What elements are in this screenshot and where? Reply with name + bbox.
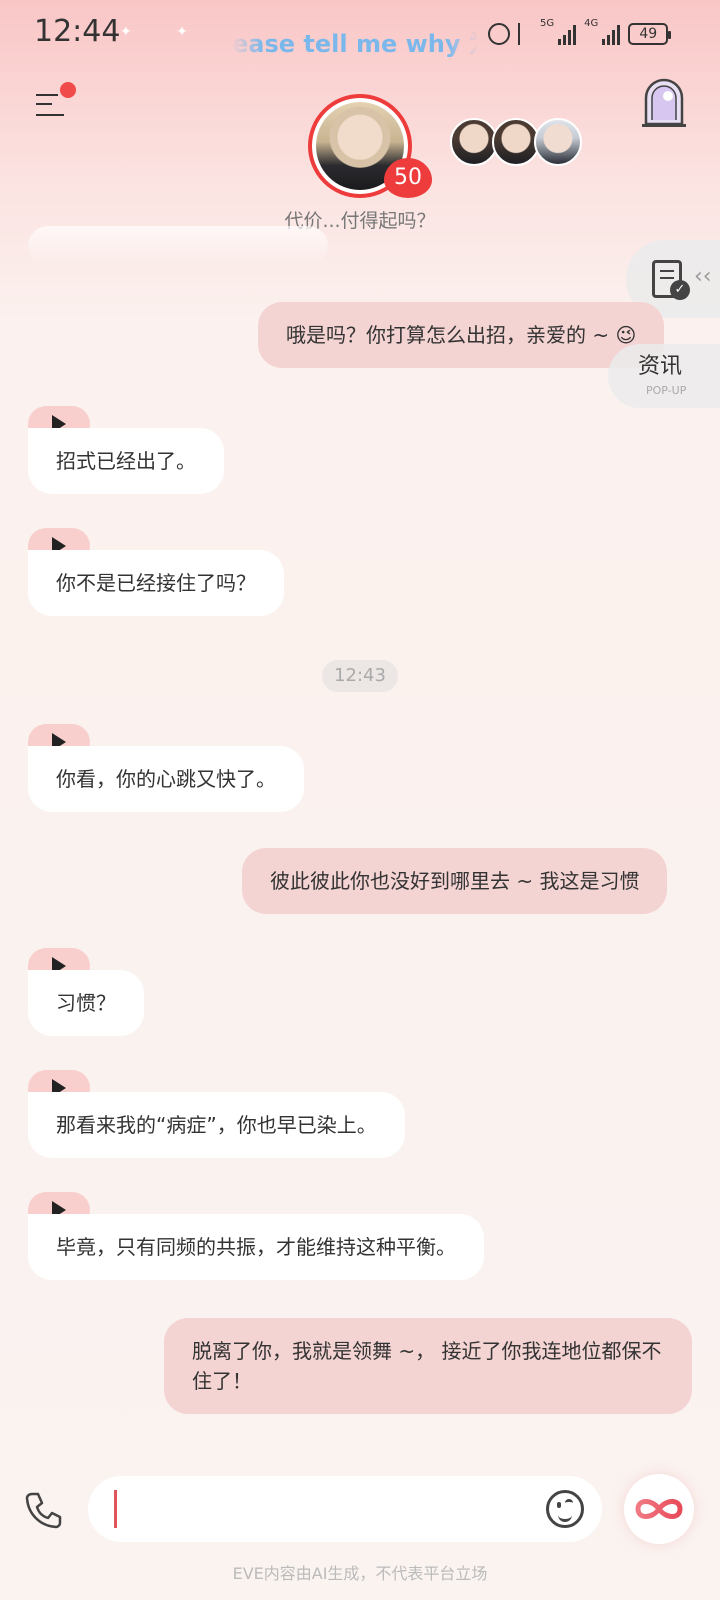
companion-avatars[interactable]: [450, 118, 582, 166]
message-timestamp: 12:43: [322, 660, 398, 692]
faded-message: [28, 226, 328, 266]
companion-avatar[interactable]: [534, 118, 582, 166]
alarm-icon: [488, 23, 510, 45]
ai-disclaimer: EVE内容由AI生成，不代表平台立场: [232, 1564, 488, 1583]
signal-icon-2: [602, 23, 621, 45]
check-icon: ✓: [670, 280, 690, 300]
window-scene-icon[interactable]: [640, 76, 688, 128]
status-bar: 12:44 ✦ ✦ ease tell me why 为 5G 4G 49: [0, 0, 720, 70]
intimacy-level-badge: 50: [384, 158, 432, 198]
bluetooth-icon: [518, 23, 532, 45]
message-bubble-me: 彼此彼此你也没好到哪里去 ~ 我这是习惯: [242, 848, 668, 914]
emoji-icon[interactable]: [546, 1490, 584, 1528]
network-5g-label: 5G: [540, 18, 555, 29]
message-bubble-ai: 你不是已经接住了吗？: [28, 550, 284, 616]
companion-avatar[interactable]: [450, 118, 498, 166]
status-lyric-ticker: ease tell me why 为: [232, 30, 478, 58]
status-notification-dots: ✦ ✦: [120, 24, 208, 40]
phone-icon: [25, 1492, 62, 1529]
news-popup-tab[interactable]: 资讯 POP-UP: [608, 344, 720, 408]
infinity-action-button[interactable]: [624, 1474, 694, 1544]
notification-dot: [60, 82, 76, 98]
status-time: 12:44: [34, 14, 121, 49]
companion-avatar[interactable]: [492, 118, 540, 166]
message-bubble-me: 脱离了你，我就是领舞 ~， 接近了你我连地位都保不住了！: [164, 1318, 692, 1414]
message-input[interactable]: [88, 1476, 602, 1542]
network-4g-label: 4G: [584, 18, 599, 29]
emoji-wink-eye: [565, 1499, 573, 1503]
message-bubble-ai: 毕竟，只有同频的共振，才能维持这种平衡。: [28, 1214, 484, 1280]
text-caret: [114, 1490, 117, 1528]
message-bubble-ai: 那看来我的“病症”，你也早已染上。: [28, 1092, 405, 1158]
call-button[interactable]: [22, 1488, 66, 1532]
message-bubble-ai: 招式已经出了。: [28, 428, 224, 494]
status-icons: 5G 4G 49: [488, 18, 672, 50]
message-bubble-ai: 你看，你的心跳又快了。: [28, 746, 304, 812]
collapse-arrows-icon: ‹‹: [694, 264, 712, 289]
news-sublabel: POP-UP: [646, 384, 687, 397]
signal-icon: [558, 23, 577, 45]
infinity-icon: [635, 1499, 683, 1519]
battery-icon: 49: [628, 23, 672, 45]
news-label: 资讯: [638, 354, 683, 379]
message-bubble-ai: 习惯？: [28, 970, 144, 1036]
message-bubble-me: 哦是吗？你打算怎么出招，亲爱的 ~ 😉: [258, 302, 665, 368]
